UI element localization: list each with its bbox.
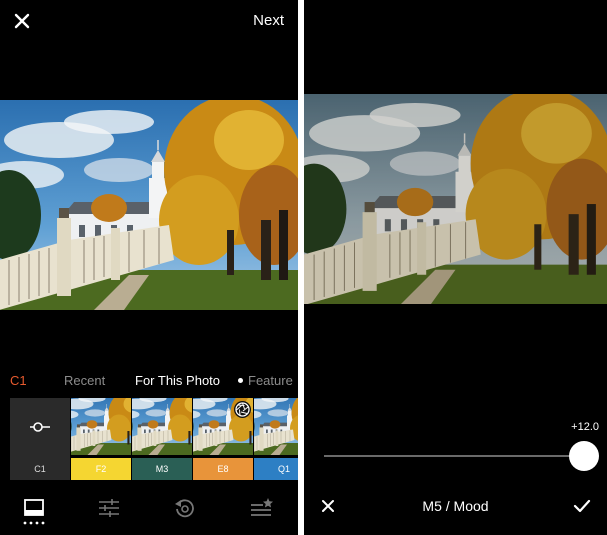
filter-preview-image xyxy=(71,398,131,458)
history-icon[interactable] xyxy=(173,496,197,520)
preset-title: M5 / Mood xyxy=(422,498,489,514)
filter-thumb-c1[interactable]: C1 xyxy=(10,398,70,480)
photo-preview xyxy=(304,94,607,304)
filter-label: F2 xyxy=(71,458,131,480)
sliders-icon[interactable] xyxy=(97,496,121,520)
close-icon[interactable] xyxy=(12,11,32,31)
more-dots-icon xyxy=(23,521,45,525)
checkmark-icon[interactable] xyxy=(573,499,591,513)
tab-current-preset[interactable]: C1 xyxy=(10,373,27,388)
recipes-icon[interactable] xyxy=(249,496,273,520)
filter-label: E8 xyxy=(193,458,253,480)
filter-label: M3 xyxy=(132,458,192,480)
tab-recent[interactable]: Recent xyxy=(64,373,105,388)
filter-browser-screen: Next C1 Recent For This Photo Feature C1… xyxy=(0,0,298,535)
filter-frame-icon[interactable] xyxy=(22,496,46,520)
photo-preview xyxy=(0,100,298,310)
filter-preview-image xyxy=(132,398,192,458)
aperture-icon xyxy=(234,401,251,418)
preset-strength-screen: +12.0 M5 / Mood xyxy=(304,0,607,535)
strength-slider-handle[interactable] xyxy=(569,441,599,471)
tab-featured-label: Feature xyxy=(248,373,293,388)
strength-value: +12.0 xyxy=(571,421,599,433)
next-button[interactable]: Next xyxy=(253,12,284,29)
filter-tabs: C1 Recent For This Photo Feature xyxy=(0,372,298,390)
strength-slider-icon xyxy=(30,422,50,432)
dot-icon xyxy=(238,378,243,384)
strength-slider-track[interactable] xyxy=(324,455,588,457)
filter-preview-image xyxy=(254,398,298,458)
tab-featured[interactable]: Feature xyxy=(238,373,293,388)
filter-thumb-e8[interactable]: E8 xyxy=(193,398,253,480)
tab-for-this-photo[interactable]: For This Photo xyxy=(135,373,220,388)
filter-thumb-m3[interactable]: M3 xyxy=(132,398,192,480)
bottom-toolbar xyxy=(0,490,298,535)
filter-strip: C1 F2 M3 E8 Q1 xyxy=(10,398,298,480)
filter-label: C1 xyxy=(10,458,70,480)
filter-thumb-f2[interactable]: F2 xyxy=(71,398,131,480)
filter-thumb-q1[interactable]: Q1 xyxy=(254,398,298,480)
filter-label: Q1 xyxy=(254,458,298,480)
